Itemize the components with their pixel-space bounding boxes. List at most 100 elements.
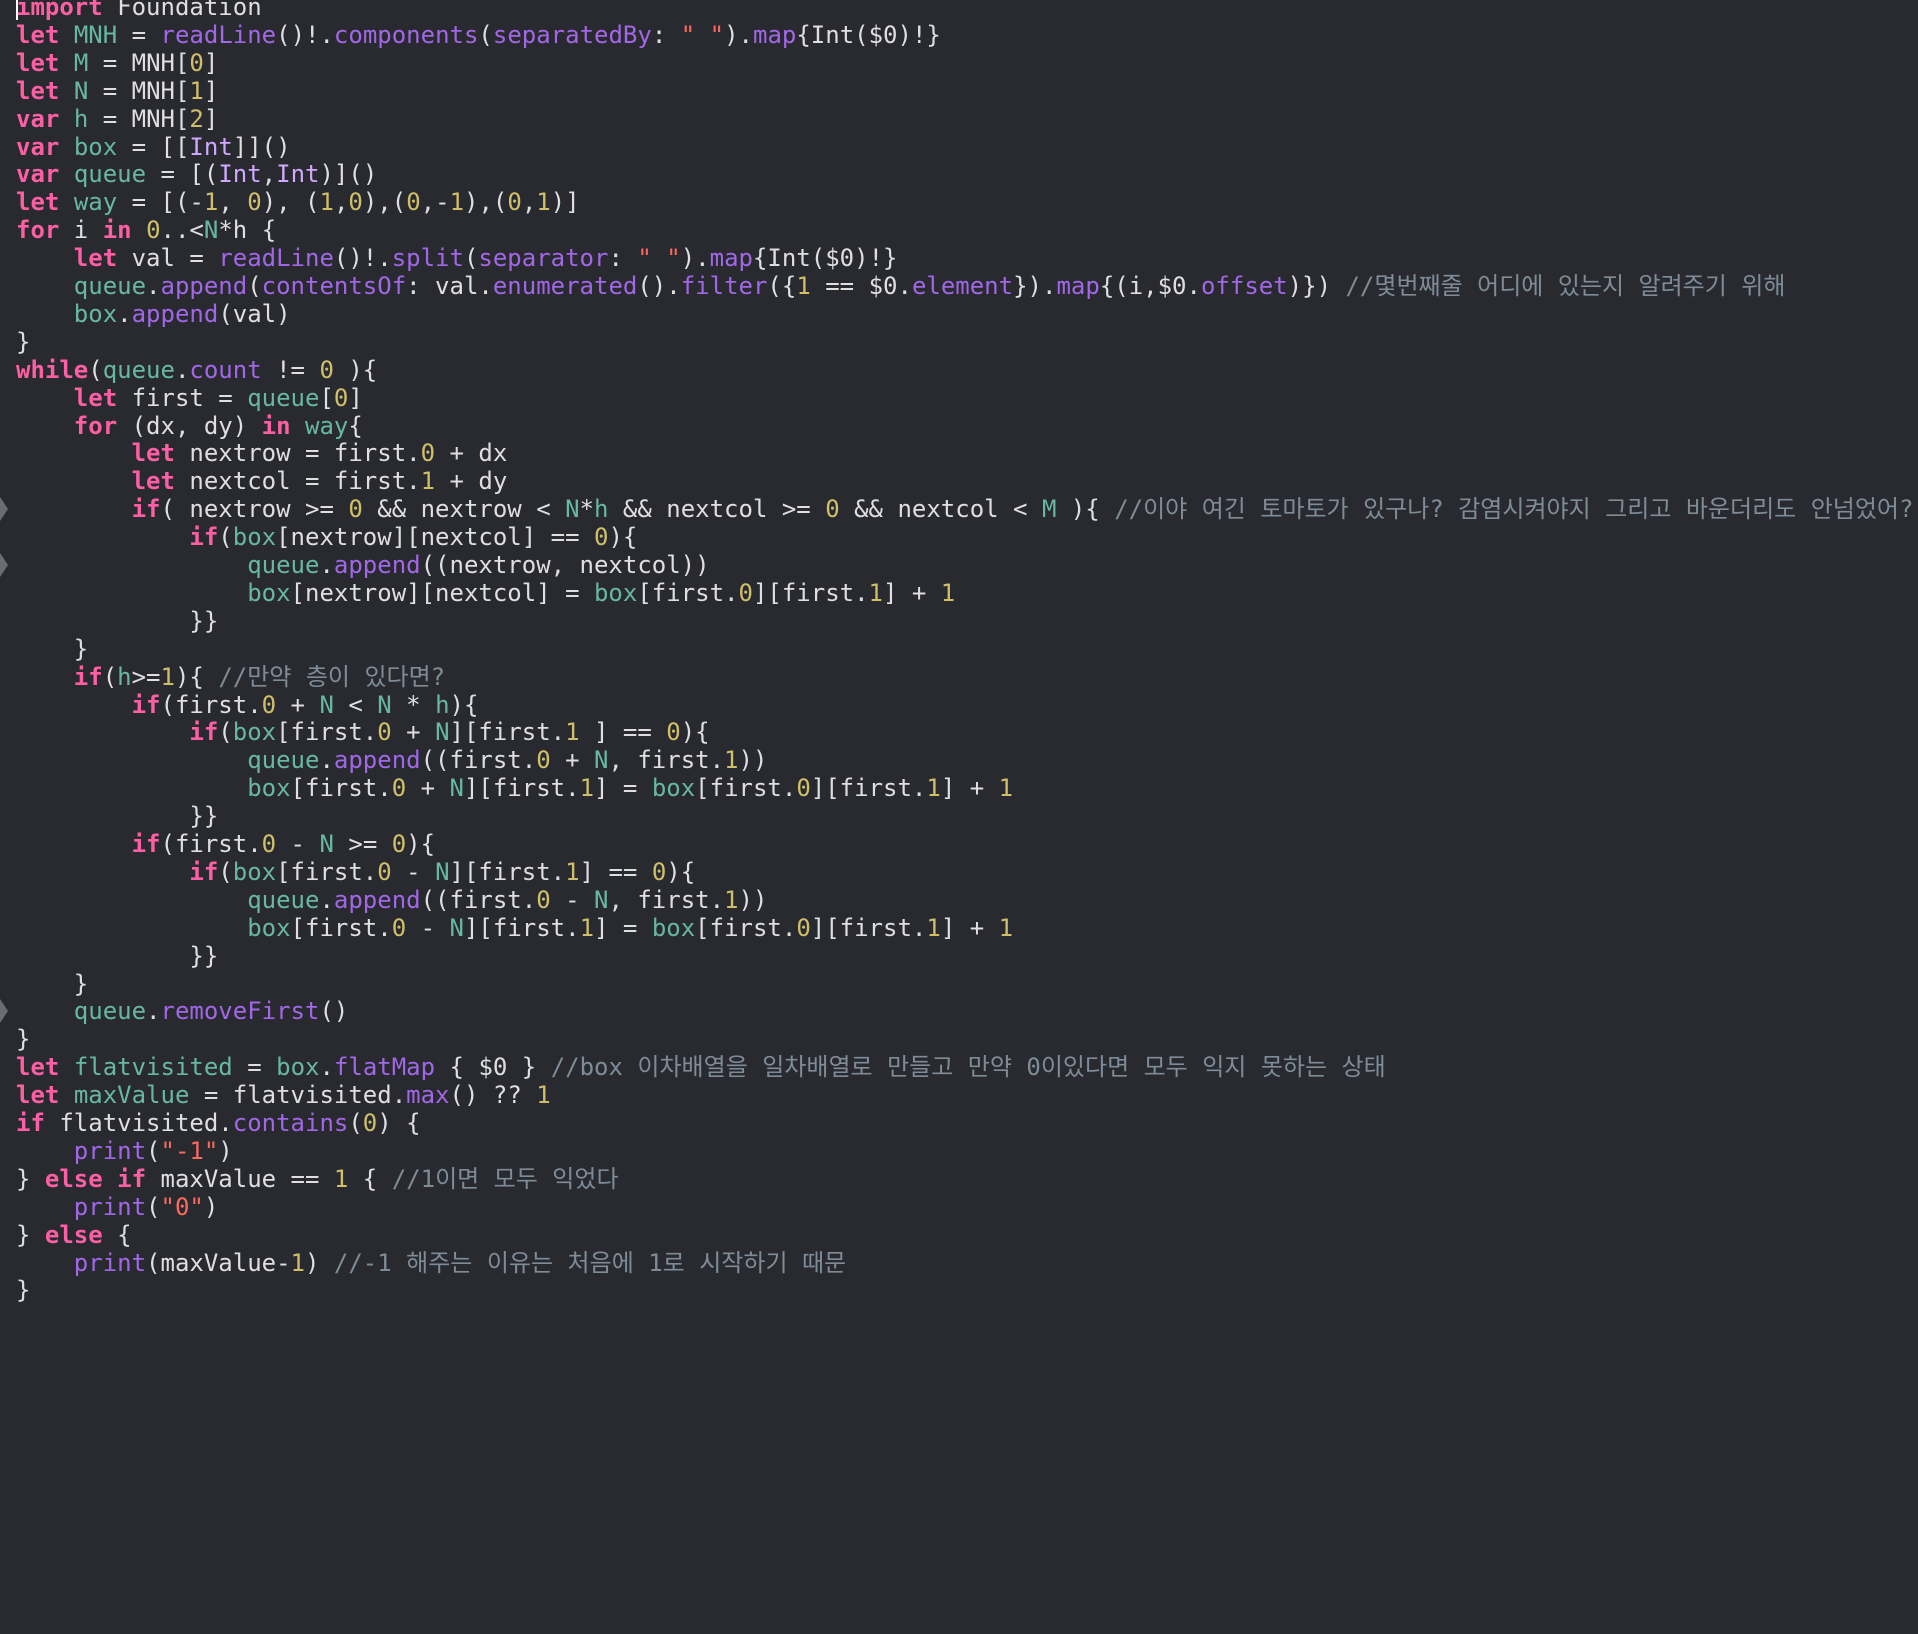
token-number: 1 (998, 913, 1014, 942)
token-number: 0 (146, 216, 161, 245)
code-editor[interactable]: import Foundation let MNH = readLine()!.c… (0, 0, 1918, 1634)
token-keyword: else (44, 1220, 103, 1249)
token-variable: queue (73, 160, 147, 189)
token-plain: ] = (594, 774, 652, 803)
token-plain: - (406, 913, 450, 942)
token-keyword: let (16, 76, 60, 105)
token-function: components (333, 20, 479, 49)
token-comment: //box 이차배열을 일차배열로 만들고 만약 0이있다면 모두 익지 못하는… (550, 1053, 1386, 1082)
token-plain: ( (218, 523, 233, 552)
token-function: count (189, 355, 262, 384)
token-plain: ][first. (449, 718, 566, 747)
token-plain: ] + (940, 774, 999, 803)
token-plain: nextcol = first. (174, 467, 421, 496)
token-plain: i (59, 216, 103, 245)
token-plain: [first. (276, 718, 378, 747)
token-number: 0 (377, 857, 392, 886)
token-variable: box (276, 1053, 320, 1082)
token-plain: ][first. (810, 913, 927, 942)
token-plain: = MNH[ (88, 48, 190, 77)
token-number: 0 (261, 690, 277, 719)
token-function: readLine (218, 244, 334, 273)
fold-ribbon-icon[interactable] (0, 999, 8, 1024)
token-plain: }). (1013, 272, 1057, 300)
token-function: removeFirst (160, 997, 320, 1026)
token-plain: + dy (435, 467, 508, 496)
token-variable: box (247, 913, 291, 942)
token-type: Int (189, 132, 233, 161)
code-area[interactable]: import Foundation let MNH = readLine()!.c… (0, 0, 1918, 1634)
token-keyword: let (16, 188, 60, 217)
token-plain: ) (218, 1136, 233, 1165)
token-variable: queue (73, 272, 147, 300)
token-plain: (dx, dy) (117, 411, 262, 440)
token-plain: nextrow = first. (174, 439, 421, 468)
token-plain: . (174, 355, 190, 384)
token-plain: ()!. (276, 20, 334, 49)
token-variable: h (594, 495, 609, 524)
token-number: 0 (507, 188, 522, 217)
token-keyword: in (261, 411, 291, 440)
token-plain: ( (102, 662, 118, 691)
token-string: "-1" (160, 1136, 219, 1165)
fold-ribbon-icon[interactable] (0, 497, 8, 522)
token-plain: ][first. (752, 578, 869, 607)
token-number: 1 (926, 774, 941, 803)
token-string: "0" (160, 1192, 204, 1221)
token-plain: [nextrow][nextcol] = (290, 578, 594, 607)
token-plain: (val) (218, 299, 291, 328)
token-keyword: let (16, 1081, 60, 1110)
token-plain: ( (463, 244, 479, 273)
token-plain: } (16, 634, 89, 663)
token-variable: maxValue (73, 1081, 190, 1110)
token-plain: , first. (608, 885, 725, 914)
token-plain: < (333, 690, 378, 719)
token-plain: : (608, 244, 638, 273)
token-plain: ] == (579, 857, 652, 886)
token-number: 0 (319, 355, 334, 384)
token-plain: [nextrow][nextcol] == (276, 523, 594, 552)
token-number: 1 (420, 467, 436, 496)
token-plain: ] == (579, 718, 667, 747)
token-number: 1 (160, 662, 175, 691)
token-number: 0 (261, 830, 277, 858)
token-plain: ){ (1056, 495, 1115, 524)
token-number: 0 (348, 188, 363, 217)
token-plain: != (261, 355, 320, 384)
token-plain: = MNH[ (88, 104, 190, 133)
token-string: " " (680, 20, 725, 49)
code-line[interactable]: } (0, 1273, 1918, 1307)
token-keyword: if (131, 495, 161, 524)
token-comment: //이야 여긴 토마토가 있구나? 감염시켜야지 그리고 바운더리도 안넘었어? (1114, 495, 1914, 524)
fold-ribbon-icon[interactable] (0, 553, 8, 577)
token-plain: ] + (940, 913, 999, 942)
token-keyword: for (16, 216, 60, 245)
token-plain: : val. (406, 272, 493, 300)
token-function: split (391, 244, 464, 273)
token-plain: ) { (377, 1109, 421, 1137)
token-number: 0 (247, 188, 262, 217)
token-variable: N (449, 774, 464, 803)
token-plain: = MNH[ (88, 76, 190, 105)
token-plain: ){ (333, 355, 378, 384)
token-plain: } (16, 969, 89, 998)
token-plain: } (16, 1025, 31, 1054)
token-number: 0 (391, 830, 407, 858)
token-number: 1 (203, 188, 219, 217)
token-plain: ][first. (810, 774, 927, 803)
token-plain: . (319, 885, 334, 914)
token-variable: N (435, 718, 450, 747)
token-plain: ..< (160, 216, 204, 245)
